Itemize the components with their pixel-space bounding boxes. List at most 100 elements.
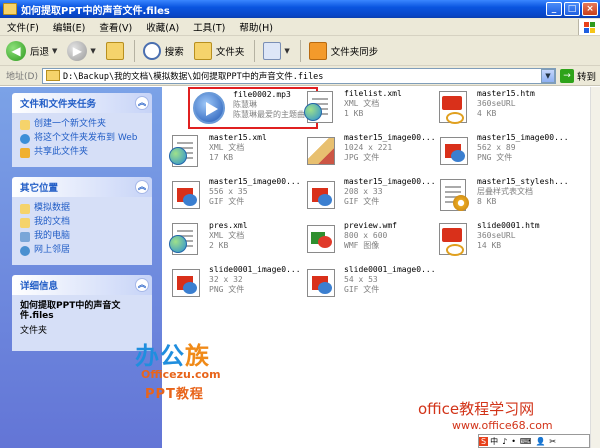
file-meta: master15_image00... 556 x 35 GIF 文件 <box>209 177 301 207</box>
back-button[interactable]: ◀ 后退 ▼ <box>6 39 57 63</box>
file-name: master15_image00... <box>477 133 569 142</box>
maximize-button[interactable]: □ <box>564 2 580 16</box>
ime-punctuation-icon[interactable]: ♪ <box>500 437 509 446</box>
file-item[interactable]: preview.wmf 800 x 600 WMF 图像 <box>302 221 432 263</box>
place-network[interactable]: 网上邻居 <box>20 245 146 256</box>
place-my-documents[interactable]: 我的文档 <box>20 217 146 228</box>
search-button[interactable]: 搜索 <box>142 39 184 63</box>
menu-favorites[interactable]: 收藏(A) <box>139 20 186 34</box>
gif-image-icon <box>302 265 340 303</box>
search-label: 搜索 <box>164 46 184 58</box>
address-bar: 地址(D) D:\Backup\我的文档\模拟数据\如何提取PPT中的声音文件.… <box>0 66 600 86</box>
chevron-down-icon: ▼ <box>90 46 96 55</box>
file-type: XML 文档 <box>344 99 380 108</box>
task-new-folder[interactable]: 创建一个新文件夹 <box>20 119 146 130</box>
user-icon[interactable]: 👤 <box>533 437 547 446</box>
file-tasks-header[interactable]: 文件和文件夹任务 ︽ <box>12 93 152 113</box>
jpg-image-icon <box>302 133 340 171</box>
details-type: 文件夹 <box>20 326 48 336</box>
file-item[interactable]: master15_image00... 1024 x 221 JPG 文件 <box>302 133 436 175</box>
task-publish-web[interactable]: 将这个文件夹发布到 Web <box>20 133 146 144</box>
file-item[interactable]: master15_image00... 556 x 35 GIF 文件 <box>167 177 301 219</box>
forward-button[interactable]: ▶ ▼ <box>67 39 96 63</box>
file-item[interactable]: filelist.xml XML 文档 1 KB <box>302 89 432 131</box>
task-share-folder[interactable]: 共享此文件夹 <box>20 147 146 158</box>
details-header[interactable]: 详细信息 ︽ <box>12 275 152 295</box>
image-dimensions: 1024 x 221 <box>344 143 393 152</box>
file-meta: pres.xml XML 文档 2 KB <box>209 221 248 251</box>
file-meta: slide0001_image0... 32 x 32 PNG 文件 <box>209 265 301 295</box>
menu-edit[interactable]: 编辑(E) <box>46 20 92 34</box>
tools-icon[interactable]: ✂ <box>547 437 558 446</box>
file-size: 8 KB <box>477 197 497 206</box>
file-item[interactable]: master15_image00... 208 x 33 GIF 文件 <box>302 177 436 219</box>
file-item[interactable]: master15.xml XML 文档 17 KB <box>167 133 297 175</box>
file-item-mp3[interactable]: file0002.mp3 陈慧琳 陈慧琳最爱的主题曲 <box>188 87 318 129</box>
minimize-button[interactable]: _ <box>546 2 562 16</box>
file-name: master15_image00... <box>344 177 436 186</box>
file-tasks-panel: 文件和文件夹任务 ︽ 创建一个新文件夹 将这个文件夹发布到 Web 共享此文件夹 <box>12 93 152 167</box>
file-item[interactable]: slide0001_image0... 54 x 53 GIF 文件 <box>302 265 436 307</box>
file-type: XML 文档 <box>209 231 245 240</box>
logo-title: 办公族 <box>135 336 253 371</box>
file-item[interactable]: master15_stylesh... 层叠样式表文档 8 KB <box>435 177 569 219</box>
menu-tools[interactable]: 工具(T) <box>186 20 232 34</box>
logo-title-part: 族 <box>185 342 210 370</box>
place-mock-data[interactable]: 模拟数据 <box>20 203 146 214</box>
toolbar-separator <box>254 39 256 62</box>
folders-button[interactable]: 文件夹 <box>193 39 245 63</box>
details-panel: 详细信息 ︽ 如何提取PPT中的声音文件.files 文件夹 <box>12 275 152 351</box>
go-button[interactable]: → 转到 <box>559 68 596 83</box>
image-dimensions: 556 x 35 <box>209 187 248 196</box>
folders-icon <box>193 41 212 60</box>
file-item[interactable]: slide0001_image0... 32 x 32 PNG 文件 <box>167 265 301 307</box>
other-places-header[interactable]: 其它位置 ︽ <box>12 177 152 197</box>
file-type: WMF 图像 <box>344 241 380 250</box>
place-my-computer[interactable]: 我的电脑 <box>20 231 146 242</box>
file-name: master15_image00... <box>209 177 301 186</box>
folder-icon <box>45 70 60 81</box>
file-item[interactable]: master15.htm 360seURL 4 KB <box>435 89 565 131</box>
collapse-chevron-icon[interactable]: ︽ <box>135 180 149 194</box>
close-button[interactable]: × <box>582 2 598 16</box>
network-icon <box>20 246 30 256</box>
search-icon <box>142 41 161 60</box>
sogou-icon[interactable]: S <box>479 436 489 446</box>
ime-language-toggle[interactable]: 中 <box>488 436 500 447</box>
menu-help[interactable]: 帮助(H) <box>232 20 280 34</box>
file-type: 360seURL <box>477 231 516 240</box>
file-item[interactable]: slide0001.htm 360seURL 14 KB <box>435 221 565 263</box>
other-places-body: 模拟数据 我的文档 我的电脑 网上邻居 <box>12 197 152 265</box>
file-name: slide0001_image0... <box>209 265 301 274</box>
image-dimensions: 32 x 32 <box>209 275 243 284</box>
file-type: GIF 文件 <box>344 197 380 206</box>
address-dropdown-button[interactable]: ▼ <box>540 68 555 83</box>
file-type: JPG 文件 <box>344 153 380 162</box>
toolbar-separator <box>299 39 301 62</box>
file-artist: 陈慧琳 <box>233 100 257 109</box>
menu-file[interactable]: 文件(F) <box>0 20 46 34</box>
go-label: 转到 <box>576 71 596 83</box>
vertical-scrollbar[interactable] <box>590 87 600 448</box>
views-button[interactable]: ▼ <box>263 39 290 63</box>
up-folder-button[interactable] <box>105 39 124 63</box>
file-item[interactable]: pres.xml XML 文档 2 KB <box>167 221 297 263</box>
keyboard-icon[interactable]: ⌨ <box>518 437 534 446</box>
file-item[interactable]: master15_image00... 562 x 89 PNG 文件 <box>435 133 569 175</box>
gif-image-icon <box>167 177 205 215</box>
file-type: 层叠样式表文档 <box>477 187 533 196</box>
collapse-chevron-icon[interactable]: ︽ <box>135 278 149 292</box>
address-input[interactable]: D:\Backup\我的文档\模拟数据\如何提取PPT中的声音文件.files … <box>41 67 556 84</box>
menu-view[interactable]: 查看(V) <box>92 20 139 34</box>
place-label: 我的文档 <box>34 217 71 227</box>
folder-sync-button[interactable]: 文件夹同步 <box>308 39 378 63</box>
folders-label: 文件夹 <box>215 46 245 58</box>
ime-width-icon[interactable]: • <box>509 437 518 446</box>
file-meta: master15.xml XML 文档 17 KB <box>209 133 267 163</box>
place-label: 我的电脑 <box>34 231 71 241</box>
file-meta: preview.wmf 800 x 600 WMF 图像 <box>344 221 397 251</box>
file-name: master15.xml <box>209 133 267 142</box>
file-name: preview.wmf <box>344 221 397 230</box>
collapse-chevron-icon[interactable]: ︽ <box>135 96 149 110</box>
back-arrow-icon: ◀ <box>6 40 26 61</box>
